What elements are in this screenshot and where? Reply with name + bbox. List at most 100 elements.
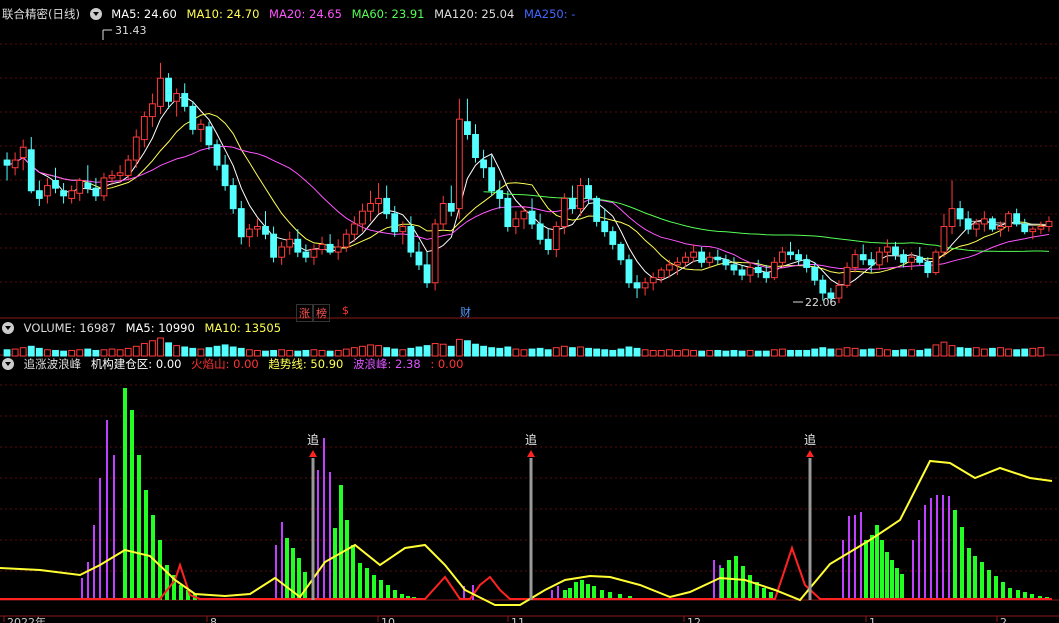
- volume-bar: [674, 349, 681, 357]
- candle-body: [205, 126, 213, 146]
- candle-body: [795, 254, 802, 261]
- volume-bar: [779, 348, 786, 357]
- candle-body: [35, 190, 43, 199]
- candle-body: [60, 190, 67, 197]
- candle-body: [746, 266, 754, 276]
- candle-body: [867, 259, 875, 266]
- volume-bar: [1021, 348, 1029, 357]
- dropdown-arrow-icon[interactable]: [2, 322, 14, 334]
- volume-bar: [140, 343, 148, 357]
- candle-body: [488, 167, 496, 192]
- candle-body: [472, 133, 479, 158]
- chase-signal-label: 追: [525, 432, 537, 447]
- volume-bar: [1013, 349, 1021, 357]
- candle-body: [617, 243, 625, 261]
- candle-body: [439, 203, 447, 225]
- up-arrow-icon: [806, 450, 814, 457]
- candle-body: [213, 144, 221, 166]
- volume-bar: [948, 345, 956, 357]
- volume-bar: [480, 345, 487, 357]
- candle-body: [11, 159, 19, 169]
- candle-body: [455, 118, 463, 210]
- candle-body: [609, 231, 617, 245]
- tag-bang[interactable]: 榜: [313, 304, 330, 322]
- indicator-item-4: : 0.00: [430, 357, 464, 371]
- candle-body: [892, 246, 899, 256]
- candle-body: [665, 264, 673, 271]
- candle-body: [811, 266, 819, 281]
- volume-bar: [189, 347, 197, 357]
- tag-cai[interactable]: 财: [458, 304, 473, 320]
- candle-body: [44, 185, 51, 197]
- indicator-name: 追涨波浪峰: [23, 357, 82, 371]
- volume-bar: [665, 349, 673, 357]
- volume-bar: [350, 347, 358, 357]
- volume-bar: [560, 345, 568, 357]
- volume-bar: [609, 349, 617, 357]
- volume-bar: [173, 345, 181, 357]
- candle-body: [342, 233, 350, 248]
- volume-bar: [221, 344, 229, 357]
- tag-zhang[interactable]: 涨: [296, 304, 313, 322]
- x-tick-label: 1: [869, 616, 876, 623]
- volume-bar: [843, 347, 851, 357]
- candle-body: [100, 177, 108, 197]
- candle-body: [92, 187, 100, 197]
- volume-bar: [415, 346, 423, 357]
- candle-body: [302, 251, 310, 258]
- volume-bar: [956, 347, 964, 357]
- candle-body: [577, 185, 584, 210]
- candle-body: [512, 218, 520, 228]
- volume-bar: [569, 347, 576, 357]
- volume-bar: [35, 347, 43, 357]
- volume-bar: [593, 348, 601, 357]
- candle-body: [229, 185, 237, 210]
- candle-body: [254, 226, 261, 230]
- volume-bar: [682, 349, 689, 357]
- candle-body: [698, 251, 706, 263]
- volume-ma5-label: MA5: 10990: [125, 321, 195, 335]
- candle-body: [690, 251, 697, 258]
- up-arrow-icon: [309, 450, 317, 457]
- candle-body: [423, 264, 431, 284]
- tag-dollar[interactable]: $: [340, 304, 351, 317]
- volume-bar: [601, 349, 609, 357]
- candle-body: [294, 238, 302, 253]
- candle-body: [52, 180, 59, 189]
- volume-bar: [714, 349, 722, 357]
- volume-bar: [698, 350, 706, 357]
- candle-body: [754, 266, 762, 274]
- volume-bar: [528, 348, 536, 357]
- volume-bar: [908, 349, 916, 357]
- candle-body: [1005, 213, 1012, 228]
- dropdown-arrow-icon[interactable]: [89, 8, 102, 20]
- volume-bar: [980, 348, 988, 357]
- volume-bar: [803, 349, 811, 357]
- candle-body: [997, 226, 1004, 230]
- volume-bar: [827, 348, 835, 357]
- volume-bar: [924, 348, 932, 357]
- candle-body: [625, 259, 633, 284]
- candle-body: [318, 243, 326, 251]
- candle-body: [835, 284, 843, 299]
- candle-body: [197, 123, 205, 130]
- volume-header: VOLUME: 16987 MA5: 10990 MA10: 13505: [2, 320, 287, 336]
- ma120-label: MA120: 25.04: [434, 7, 515, 21]
- candle-body: [884, 246, 891, 253]
- volume-bar: [730, 349, 738, 357]
- ma5-label: MA5: 24.60: [111, 7, 177, 21]
- stock-chart-canvas[interactable]: 31.43 22.06 追追追 2022年 8 10 11 12 1 2: [0, 0, 1059, 623]
- candle-body: [407, 226, 415, 253]
- candle-body: [84, 182, 92, 189]
- dropdown-arrow-icon[interactable]: [2, 358, 14, 370]
- chase-signal-label: 追: [804, 432, 816, 447]
- volume-bar: [504, 346, 512, 357]
- volume-bar: [391, 348, 399, 357]
- candle-body: [641, 282, 649, 289]
- candle-body: [1037, 226, 1045, 230]
- volume-bar: [423, 345, 431, 357]
- candle-body: [116, 172, 124, 176]
- volume-bar: [738, 350, 746, 357]
- volume-bar: [544, 349, 552, 357]
- candle-body: [730, 264, 738, 271]
